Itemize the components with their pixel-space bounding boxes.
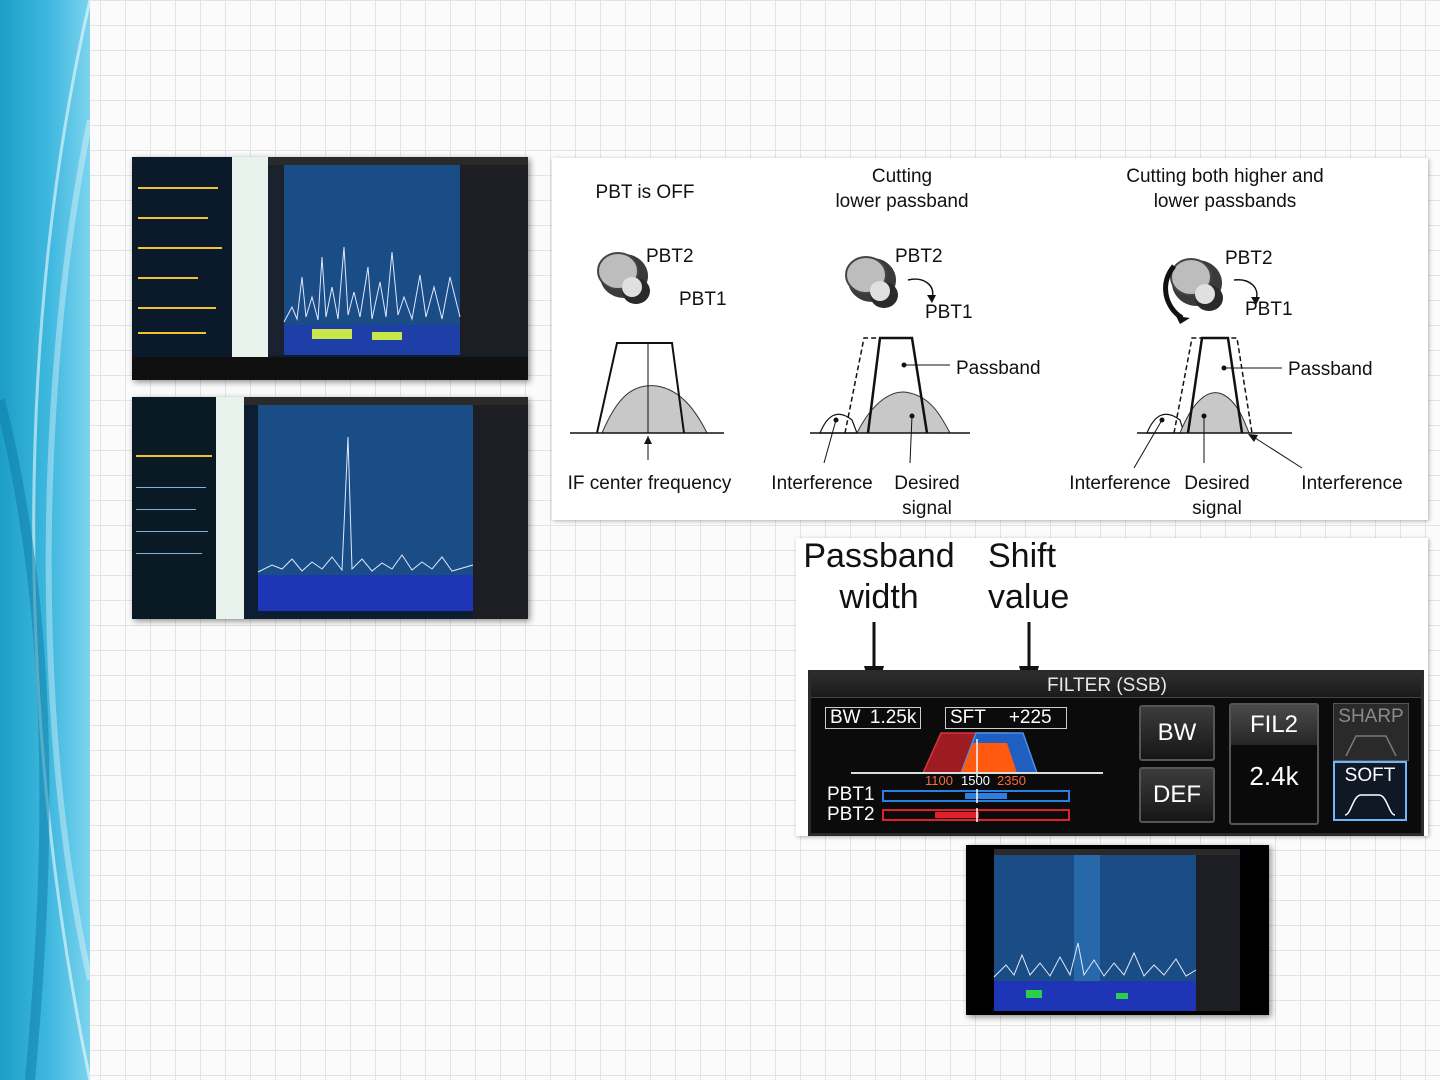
sharp-label: SHARP [1338,706,1404,727]
col3-desired-line1: Desired [1184,473,1250,494]
scale-high: 2350 [997,773,1026,788]
pbt-diagram-panel: PBT is OFF PBT2 PBT1 IF center frequency… [552,158,1428,520]
pbt-knob-icon [597,252,650,304]
col3-desired-line2: signal [1192,498,1242,519]
col2-passband-label: Passband [956,358,1041,379]
sharp-shape-icon [1345,735,1397,757]
fil2-value: 2.4k [1249,761,1299,791]
col3-title-line1: Cutting both higher and [1126,166,1324,187]
pbt2-label: PBT2 [827,804,875,825]
col2-desired-line2: signal [902,498,952,519]
col1-pbt2-label: PBT2 [646,246,694,267]
bw-button[interactable]: BW [1139,705,1215,761]
filter-ssb-screen: FILTER (SSB) BW 1.25k SFT +225 1100 1500… [808,670,1424,836]
pbt1-label: PBT1 [827,784,875,805]
scale-low: 1100 [925,773,953,788]
soft-label: SOFT [1344,765,1396,786]
col3-title-line2: lower passbands [1153,191,1297,212]
fil2-label: FIL2 [1231,705,1317,745]
col2-interference-label: Interference [771,473,873,494]
col2-pbt1-label: PBT1 [925,302,973,323]
wave-decoration [0,0,90,1080]
sdr-screenshot-3 [966,845,1269,1015]
col2-pbt2-label: PBT2 [895,246,943,267]
sdr-screenshot-2 [132,397,528,619]
sharp-button[interactable]: SHARP [1333,703,1409,761]
soft-shape-icon [1344,794,1396,816]
sdr-screenshot-1 [132,157,528,380]
col3-passband-label: Passband [1288,359,1373,380]
soft-button[interactable]: SOFT [1333,761,1407,821]
col1-pbt1-label: PBT1 [679,289,727,310]
filter-annotation-panel: Passband width Shift value FILTER (SSB) … [796,537,1428,836]
col3-interference-right-label: Interference [1301,473,1403,494]
fil2-button[interactable]: FIL2 2.4k [1229,703,1319,825]
col2-title-line1: Cutting [871,166,933,187]
col3-interference-left-label: Interference [1069,473,1171,494]
if-center-frequency-label: IF center frequency [567,473,732,494]
col3-pbt1-label: PBT1 [1245,299,1293,320]
col2-title-line2: lower passband [835,191,969,212]
scale-center: 1500 [961,773,990,788]
def-button[interactable]: DEF [1139,767,1215,823]
col2-desired-line1: Desired [894,473,960,494]
decorative-sidebar [0,0,90,1080]
col3-pbt2-label: PBT2 [1225,248,1273,269]
